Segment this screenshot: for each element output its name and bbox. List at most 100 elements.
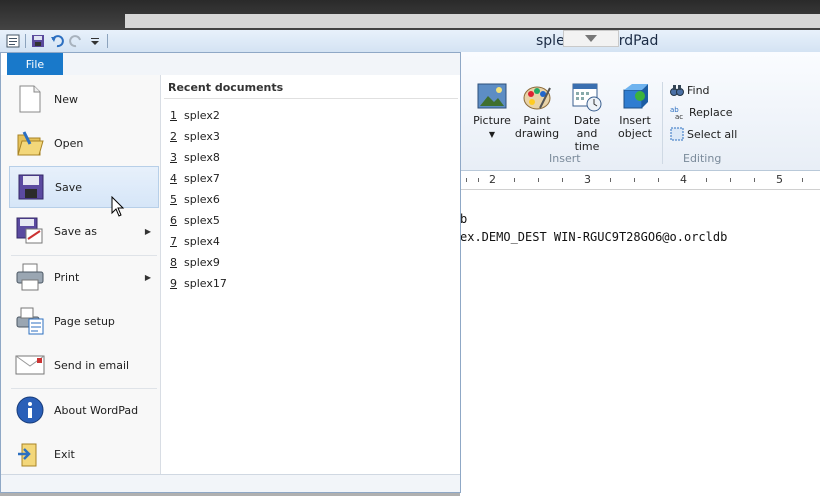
recent-item[interactable]: 4 splex7 xyxy=(170,172,220,185)
ruler-tick xyxy=(802,178,803,182)
menu-item-label: About WordPad xyxy=(54,403,139,417)
menu-item-label: Page setup xyxy=(54,314,115,328)
recent-item[interactable]: 5 splex6 xyxy=(170,193,220,206)
svg-text:ac: ac xyxy=(675,113,683,119)
info-icon xyxy=(15,395,45,425)
insert-object-button[interactable]: Insert object xyxy=(614,82,656,140)
paint-label-2: drawing xyxy=(514,127,560,140)
insert-picture-button[interactable]: Picture ▼ xyxy=(472,82,512,141)
open-folder-icon xyxy=(15,128,45,158)
recent-item-number: 4 xyxy=(170,172,177,185)
ruler-tick xyxy=(478,178,479,182)
paint-label-1: Paint xyxy=(523,114,551,127)
ruler-tick xyxy=(610,178,611,182)
menu-item-send-email[interactable]: Send in email xyxy=(9,344,159,386)
find-button[interactable]: Find xyxy=(670,83,710,97)
ruler-tick xyxy=(634,178,635,182)
menu-item-page-setup[interactable]: Page setup xyxy=(9,300,159,342)
ruler-tick xyxy=(754,178,755,182)
ruler-mark: 2 xyxy=(489,173,496,186)
file-tab[interactable]: File xyxy=(7,53,63,75)
file-menu-commands: New Open Save Save as ▶ Print ▶ Page set… xyxy=(1,75,161,477)
chevron-down-icon xyxy=(585,35,597,42)
ribbon: Picture ▼ Paint drawing Date and time In… xyxy=(460,52,820,171)
ruler-tick xyxy=(514,178,515,182)
menu-item-open[interactable]: Open xyxy=(9,122,159,164)
picture-icon xyxy=(477,82,507,112)
ruler-mark: 5 xyxy=(776,173,783,186)
menu-item-label: Save as xyxy=(54,224,97,238)
background-window xyxy=(0,0,820,30)
insert-group-label: Insert xyxy=(549,152,581,165)
ruler: 2 3 4 5 xyxy=(460,171,820,190)
menu-item-label: Print xyxy=(54,270,80,284)
recent-item-name: splex5 xyxy=(184,214,220,227)
menu-item-about[interactable]: About WordPad xyxy=(9,389,159,431)
object-label-2: object xyxy=(618,127,652,140)
recent-item[interactable]: 6 splex5 xyxy=(170,214,220,227)
new-document-icon xyxy=(15,84,45,114)
document-area[interactable]: b ex.DEMO_DEST WIN-RGUC9T28GO6@o.orcldb xyxy=(460,190,820,496)
recent-item[interactable]: 1 splex2 xyxy=(170,109,220,122)
menu-item-label: New xyxy=(54,92,78,106)
ruler-tick xyxy=(466,178,467,182)
recent-item-number: 6 xyxy=(170,214,177,227)
printer-icon xyxy=(15,262,45,292)
recent-item-number: 9 xyxy=(170,277,177,290)
mouse-cursor-icon xyxy=(111,196,125,217)
recent-item[interactable]: 2 splex3 xyxy=(170,130,220,143)
redo-icon[interactable] xyxy=(69,34,83,48)
recent-documents-panel: Recent documents 1 splex2 2 splex3 3 splex8… xyxy=(161,75,460,477)
ruler-mark: 3 xyxy=(584,173,591,186)
recent-item-name: splex8 xyxy=(184,151,220,164)
editing-group-label: Editing xyxy=(683,152,722,165)
select-all-icon xyxy=(670,127,684,141)
recent-item-name: splex6 xyxy=(184,193,220,206)
undo-icon[interactable] xyxy=(50,34,64,48)
menu-item-save[interactable]: Save xyxy=(9,166,159,208)
ribbon-group-separator xyxy=(662,82,663,164)
dropdown-overlay[interactable] xyxy=(563,30,619,47)
document-line-1: b xyxy=(460,212,468,226)
menu-item-exit[interactable]: Exit xyxy=(9,433,159,475)
replace-icon: abac xyxy=(670,106,683,119)
ruler-mark: 4 xyxy=(680,173,687,186)
recent-item-name: splex17 xyxy=(184,277,227,290)
ruler-tick xyxy=(538,178,539,182)
picture-dropdown-icon: ▼ xyxy=(488,130,496,139)
recent-item[interactable]: 7 splex4 xyxy=(170,235,220,248)
wordpad-app-icon[interactable] xyxy=(6,34,20,48)
exit-icon xyxy=(15,439,45,469)
ruler-tick xyxy=(706,178,707,182)
menu-item-print[interactable]: Print ▶ xyxy=(9,256,159,298)
menu-item-label: Exit xyxy=(54,447,75,461)
save-icon[interactable] xyxy=(31,34,45,48)
datetime-label-1: Date and xyxy=(573,114,601,140)
file-menu-footer xyxy=(1,474,460,492)
select-all-label: Select all xyxy=(687,127,738,141)
replace-label: Replace xyxy=(689,105,733,119)
recent-item[interactable]: 3 splex8 xyxy=(170,151,220,164)
select-all-button[interactable]: Select all xyxy=(670,127,737,141)
paint-palette-icon xyxy=(522,82,552,112)
calendar-clock-icon xyxy=(572,82,602,112)
insert-object-icon xyxy=(620,82,650,112)
file-menu: File New Open Save Save as ▶ Print ▶ Pag… xyxy=(0,52,461,493)
menu-item-new[interactable]: New xyxy=(9,78,159,120)
submenu-arrow-icon: ▶ xyxy=(144,272,151,282)
binoculars-icon xyxy=(670,85,684,96)
ruler-tick xyxy=(562,178,563,182)
recent-item[interactable]: 9 splex17 xyxy=(170,277,227,290)
recent-item-number: 2 xyxy=(170,130,177,143)
ruler-tick xyxy=(658,178,659,182)
save-as-icon xyxy=(15,216,45,246)
customize-qat-icon[interactable] xyxy=(88,34,102,48)
recent-item-name: splex4 xyxy=(184,235,220,248)
qat-separator-end xyxy=(107,34,108,48)
recent-item[interactable]: 8 splex9 xyxy=(170,256,220,269)
replace-button[interactable]: ab ac Replace xyxy=(670,105,733,120)
save-disk-icon xyxy=(16,172,46,202)
date-time-button[interactable]: Date and time xyxy=(562,82,612,153)
menu-item-save-as[interactable]: Save as ▶ xyxy=(9,210,159,252)
paint-drawing-button[interactable]: Paint drawing xyxy=(514,82,560,140)
